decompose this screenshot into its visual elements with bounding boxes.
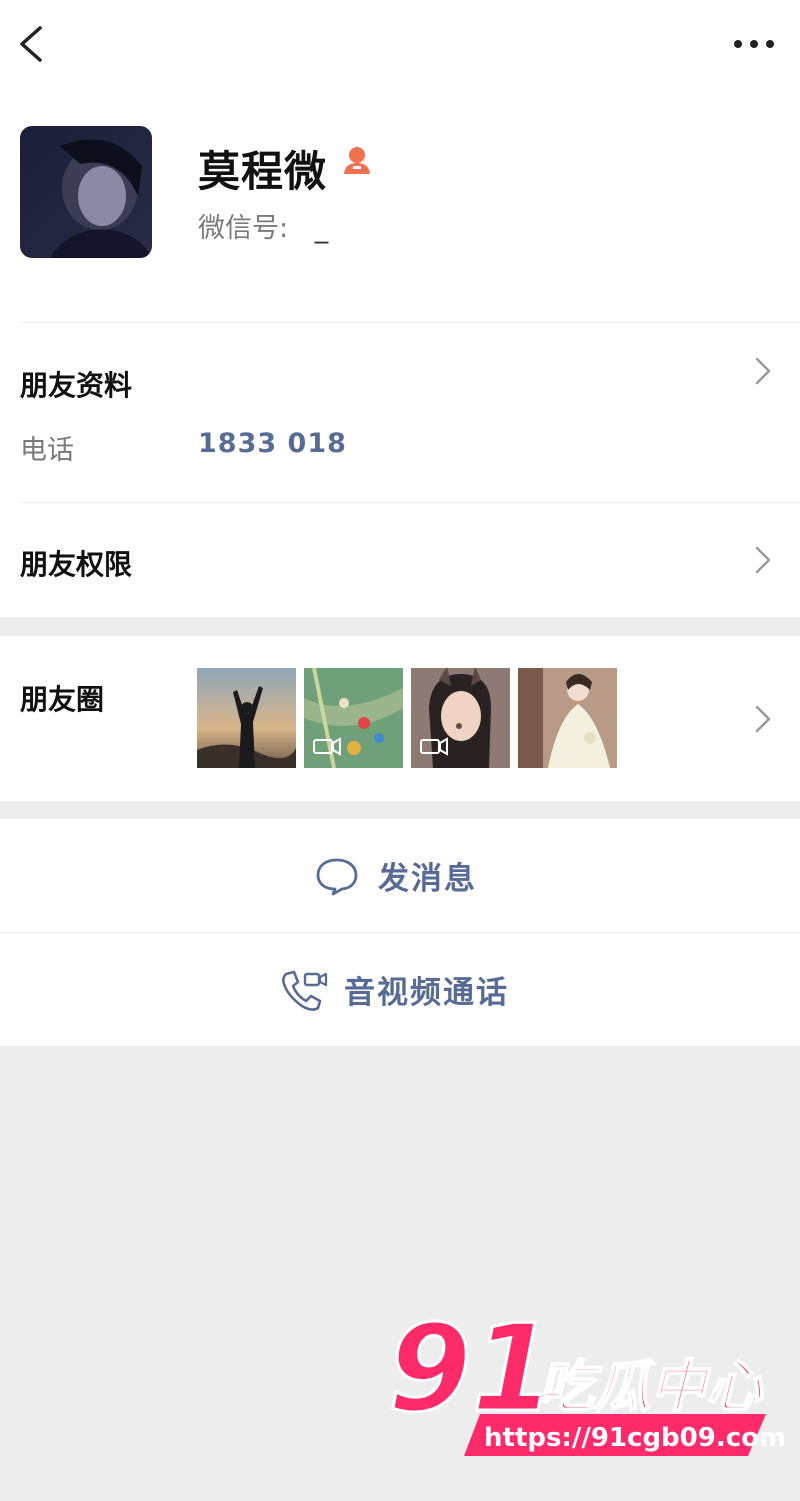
- back-button[interactable]: [12, 22, 52, 66]
- friend-info-row[interactable]: 朋友资料 电话 1833 018: [0, 322, 800, 500]
- avatar[interactable]: [20, 126, 152, 258]
- phone-value[interactable]: 1833 018: [198, 428, 347, 459]
- top-bar: [0, 0, 800, 100]
- phone-video-icon: [282, 970, 328, 1011]
- moments-thumbnail: [304, 668, 403, 768]
- svg-text:吃瓜中心: 吃瓜中心: [538, 1355, 764, 1420]
- audio-video-call-label: 音视频通话: [344, 975, 509, 1011]
- friend-permissions-title: 朋友权限: [20, 548, 133, 581]
- friend-permissions-row[interactable]: 朋友权限: [0, 503, 800, 617]
- person-icon: [342, 144, 372, 176]
- avatar-image: [20, 126, 152, 258]
- friend-info-title: 朋友资料: [20, 369, 133, 402]
- wechat-id: 微信号: _: [198, 206, 328, 245]
- send-message-label: 发消息: [378, 861, 477, 897]
- watermark-url: https://91cgb09.com: [484, 1423, 786, 1453]
- chevron-right-icon: [755, 705, 771, 733]
- moments-title: 朋友圈: [20, 683, 105, 716]
- wechat-id-value: _: [314, 213, 329, 244]
- more-dots-icon: [734, 40, 774, 48]
- more-button[interactable]: [732, 34, 776, 54]
- chevron-right-icon: [755, 546, 771, 574]
- contact-name: 莫程微: [198, 147, 328, 196]
- friend-details-card: 朋友资料 电话 1833 018 朋友权限: [0, 322, 800, 617]
- phone-label: 电话: [20, 435, 74, 466]
- moments-thumbnail: [518, 668, 617, 768]
- audio-video-call-button[interactable]: 音视频通话: [0, 933, 800, 1046]
- chevron-left-icon: [20, 26, 42, 62]
- watermark-logo: 91 吃瓜中心 https://91cgb09.com: [387, 1299, 788, 1470]
- wechat-id-label: 微信号:: [198, 213, 289, 244]
- moments-thumbnail: [411, 668, 510, 768]
- chevron-right-icon: [755, 357, 771, 385]
- moments-row[interactable]: 朋友圈: [0, 636, 800, 801]
- profile-header: 莫程微 微信号: _: [0, 100, 800, 322]
- chat-bubble-icon: [316, 858, 358, 895]
- moments-thumbnail: [197, 668, 296, 768]
- send-message-button[interactable]: 发消息: [0, 819, 800, 932]
